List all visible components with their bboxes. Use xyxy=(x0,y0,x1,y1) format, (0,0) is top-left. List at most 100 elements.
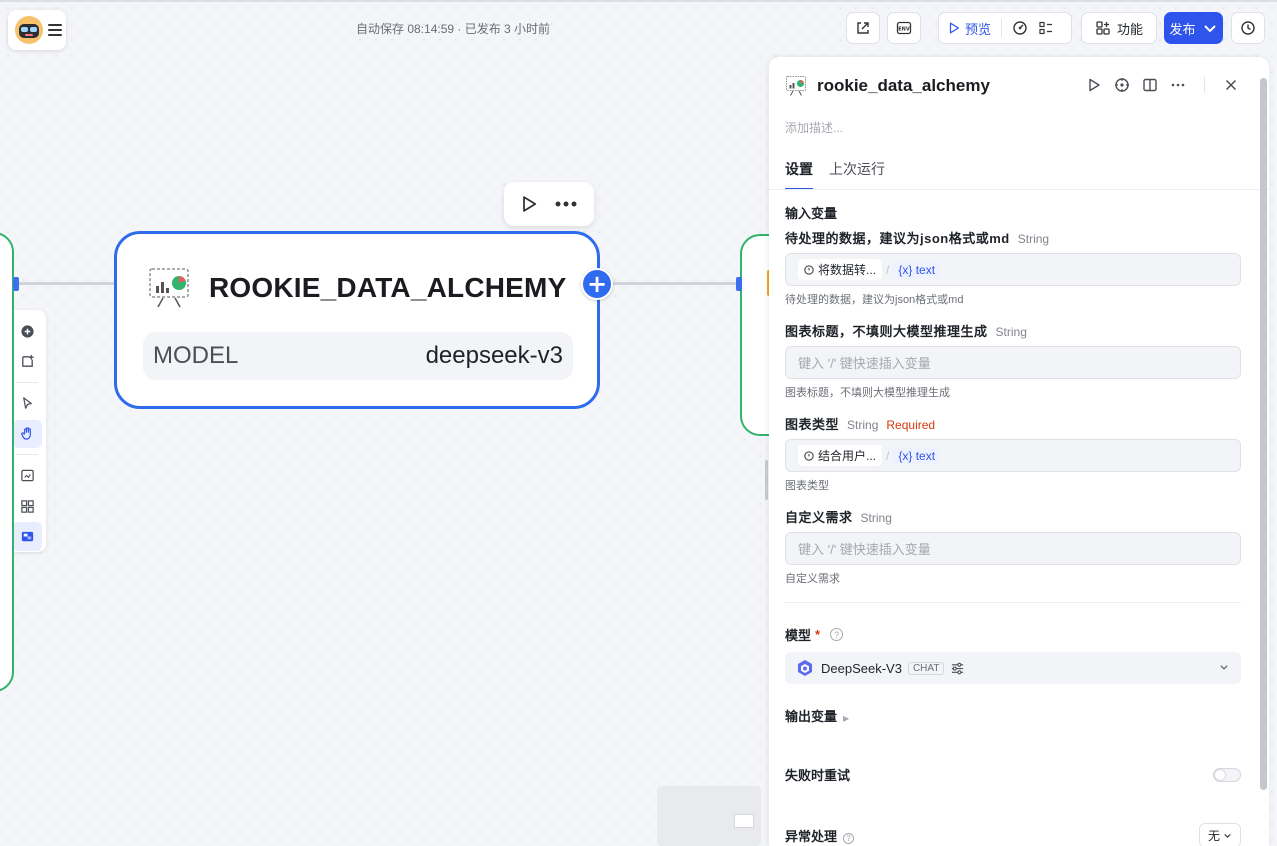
preview-button[interactable]: 预览 xyxy=(947,19,991,38)
model-name: DeepSeek-V3 xyxy=(821,660,902,676)
help-icon[interactable]: ? xyxy=(843,833,855,844)
panel-header: rookie_data_alchemy xyxy=(785,75,990,97)
plus-circle-icon xyxy=(20,325,34,338)
model-select[interactable]: DeepSeek-V3 CHAT xyxy=(785,652,1241,684)
settings-sliders-icon[interactable] xyxy=(950,661,965,676)
chart-board-icon xyxy=(786,76,806,96)
input-field-data: 待处理的数据，建议为json格式或md String 将数据转... / {x}… xyxy=(785,228,1241,307)
ref-node-name: 将数据转... xyxy=(818,263,877,277)
field-hint: 图表类型 xyxy=(785,480,829,492)
hamburger-menu-icon[interactable] xyxy=(48,24,62,36)
hand-tool[interactable] xyxy=(12,419,42,449)
node-action-bar xyxy=(504,182,594,226)
panel-resize-handle[interactable] xyxy=(765,460,768,500)
chart-board-icon xyxy=(149,268,189,308)
layout-grid-icon xyxy=(20,499,34,513)
variable-reference-input[interactable]: 结合用户... / {x} text xyxy=(785,439,1241,472)
node-header: ROOKIE_DATA_ALCHEMY xyxy=(147,266,608,310)
outputs-row[interactable]: 输出变量 ▶ xyxy=(785,706,1241,725)
chevron-down-icon xyxy=(1203,25,1216,33)
play-icon xyxy=(949,22,959,34)
features-label: 功能 xyxy=(1116,21,1143,37)
field-hint: 图表标题，不填则大模型推理生成 xyxy=(785,387,950,399)
model-label: 模型 * ? xyxy=(785,625,1241,644)
debug-icon[interactable] xyxy=(1012,20,1028,36)
output-port[interactable] xyxy=(13,277,19,291)
locate-icon[interactable] xyxy=(1114,77,1130,93)
tab-last-run[interactable]: 上次运行 xyxy=(829,159,885,190)
env-icon: ENV xyxy=(896,21,912,35)
field-type: String xyxy=(847,418,879,432)
plugin-icon xyxy=(804,264,814,275)
field-label: 自定义需求 String xyxy=(785,507,1241,526)
deepseek-logo-icon xyxy=(798,660,812,676)
input-field-custom: 自定义需求 String 键入 '/' 键快速插入变量 自定义需求 xyxy=(785,507,1241,586)
run-node-icon[interactable] xyxy=(519,194,539,214)
field-label: 图表类型 String Required xyxy=(785,414,1241,433)
more-icon[interactable] xyxy=(1170,77,1186,93)
field-label-text: 图表标题，不填则大模型推理生成 xyxy=(785,324,988,339)
model-tag: CHAT xyxy=(907,661,945,675)
error-value: 无 xyxy=(1207,829,1220,843)
add-next-node-button[interactable]: + xyxy=(581,268,613,300)
preview-label: 预览 xyxy=(965,21,992,37)
share-button[interactable] xyxy=(846,12,880,44)
history-button[interactable] xyxy=(1231,12,1265,44)
input-field-title: 图表标题，不填则大模型推理生成 String 键入 '/' 键快速插入变量 图表… xyxy=(785,321,1241,400)
ref-separator: / xyxy=(886,448,890,463)
edge-in xyxy=(14,282,114,285)
tab-settings[interactable]: 设置 xyxy=(785,159,813,190)
tabs-divider xyxy=(769,189,1269,190)
minimap-viewport[interactable] xyxy=(734,814,754,828)
features-button[interactable]: 功能 xyxy=(1081,12,1157,44)
window-top-border xyxy=(0,0,1277,2)
ref-variable: {x} text xyxy=(893,261,941,278)
history-icon xyxy=(1241,21,1255,35)
previous-node[interactable] xyxy=(0,232,14,692)
variable-reference-input[interactable]: 将数据转... / {x} text xyxy=(785,253,1241,286)
input-port[interactable] xyxy=(736,277,742,291)
layout-tool[interactable] xyxy=(12,492,42,521)
help-icon[interactable]: ? xyxy=(830,628,844,641)
panel-scrollbar[interactable] xyxy=(1260,78,1267,790)
ref-node-chip[interactable]: 将数据转... xyxy=(798,259,883,280)
close-icon[interactable] xyxy=(1223,77,1239,93)
ref-node-name: 结合用户... xyxy=(818,449,877,463)
ref-separator: / xyxy=(886,262,890,277)
publish-button[interactable]: 发布 xyxy=(1164,12,1223,44)
preview-group: 预览 xyxy=(938,12,1072,44)
hand-icon xyxy=(20,427,31,441)
add-node-tool[interactable] xyxy=(12,317,42,346)
custom-requirement-input[interactable]: 键入 '/' 键快速插入变量 xyxy=(785,532,1241,565)
minimap-tool[interactable] xyxy=(12,522,42,551)
retry-row: 失败时重试 xyxy=(785,765,1241,784)
note-icon xyxy=(21,355,34,368)
fit-view-tool[interactable] xyxy=(12,461,42,490)
plugin-node[interactable]: ROOKIE_DATA_ALCHEMY MODEL deepseek-v3 xyxy=(114,231,608,409)
checklist-icon[interactable] xyxy=(1038,20,1054,36)
required-star: * xyxy=(815,627,821,642)
description-placeholder[interactable]: 添加描述... xyxy=(785,119,843,136)
chevron-down-icon xyxy=(1220,665,1228,670)
error-label: 异常处理? xyxy=(785,826,855,845)
split-view-icon[interactable] xyxy=(1142,77,1158,93)
field-type: String xyxy=(995,325,1027,339)
field-hint: 自定义需求 xyxy=(785,573,840,585)
app-logo-menu[interactable] xyxy=(8,10,66,50)
svg-text:ENV: ENV xyxy=(898,27,910,33)
play-icon[interactable] xyxy=(1086,77,1102,93)
edge-out xyxy=(600,282,742,285)
add-note-tool[interactable] xyxy=(12,348,42,377)
error-handling-select[interactable]: 无 xyxy=(1198,823,1241,846)
more-icon[interactable] xyxy=(553,200,579,208)
env-button[interactable]: ENV xyxy=(887,12,921,44)
field-label: 待处理的数据，建议为json格式或md String xyxy=(785,228,1241,247)
retry-toggle[interactable] xyxy=(1213,767,1241,782)
image-frame-icon xyxy=(20,469,34,482)
retry-label: 失败时重试 xyxy=(785,768,851,783)
chart-title-input[interactable]: 键入 '/' 键快速插入变量 xyxy=(785,346,1241,379)
pointer-tool[interactable] xyxy=(12,389,42,418)
ref-node-chip[interactable]: 结合用户... xyxy=(798,445,883,466)
model-label-text: 模型 xyxy=(785,628,812,643)
field-label-text: 自定义需求 xyxy=(785,510,853,525)
